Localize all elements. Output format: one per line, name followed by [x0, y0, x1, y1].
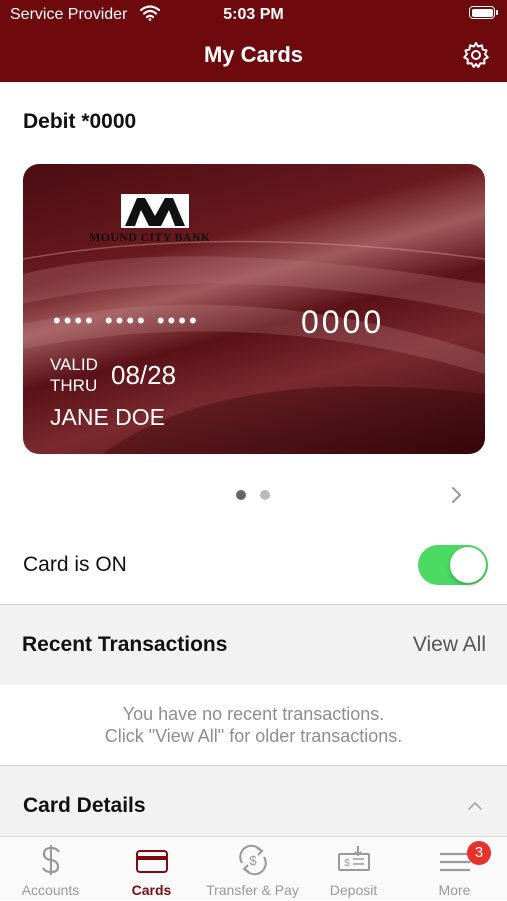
- transfer-icon: $: [239, 844, 267, 876]
- tab-cards[interactable]: Cards: [101, 837, 202, 901]
- bank-logo: [121, 194, 189, 228]
- valid-label: VALID: [50, 355, 98, 374]
- card-last-four: 0000: [301, 304, 385, 340]
- tab-label: Deposit: [329, 882, 378, 898]
- chevron-up-icon[interactable]: [467, 800, 483, 812]
- dollar-icon: [42, 845, 60, 875]
- masked-card-number: •••• •••• ••••: [53, 308, 200, 333]
- tab-more[interactable]: 3 More: [404, 837, 505, 901]
- tab-accounts[interactable]: Accounts: [0, 837, 101, 901]
- card-expiry: 08/28: [111, 360, 177, 390]
- tab-transfer-pay[interactable]: $ Transfer & Pay: [202, 837, 303, 901]
- deposit-icon: $: [338, 846, 370, 871]
- status-bar: Service Provider 5:03 PM: [0, 0, 507, 30]
- cardholder-name: JANE DOE: [50, 404, 166, 430]
- debit-card[interactable]: MOUND CITY BANK •••• •••• •••• 0000 VALI…: [23, 164, 485, 454]
- card-on-toggle[interactable]: [418, 545, 488, 585]
- settings-gear-icon[interactable]: [462, 41, 490, 69]
- card-status-label: Card is ON: [23, 553, 127, 576]
- tab-label: Accounts: [21, 882, 80, 898]
- bank-name: MOUND CITY BANK: [89, 230, 211, 244]
- tab-label: Cards: [131, 882, 172, 898]
- chevron-right-icon[interactable]: [450, 485, 464, 505]
- empty-message-line-2: Click "View All" for older transactions.: [104, 726, 403, 746]
- menu-icon: [440, 852, 470, 872]
- notification-badge: 3: [467, 841, 491, 865]
- card-title: Debit *0000: [23, 110, 137, 133]
- thru-label: THRU: [50, 376, 98, 395]
- toggle-knob: [450, 547, 486, 583]
- card-icon: [136, 850, 168, 873]
- app-header: Service Provider 5:03 PM My Cards: [0, 0, 507, 82]
- pager-dot-active[interactable]: [236, 490, 246, 500]
- card-details-title: Card Details: [23, 794, 146, 817]
- empty-message-line-1: You have no recent transactions.: [122, 704, 385, 724]
- pager-dot[interactable]: [260, 490, 270, 500]
- tab-deposit[interactable]: $ Deposit: [303, 837, 404, 901]
- status-time: 5:03 PM: [223, 6, 284, 23]
- empty-transactions-message: You have no recent transactions. Click "…: [0, 703, 507, 747]
- svg-text:$: $: [344, 858, 350, 869]
- tab-bar: Accounts Cards $ Transfer & Pay $ Deposi…: [0, 836, 507, 900]
- battery-icon: [469, 6, 498, 19]
- tab-label: More: [438, 882, 471, 898]
- valid-thru-label: VALID THRU: [50, 354, 98, 396]
- page-title: My Cards: [203, 42, 304, 67]
- svg-text:$: $: [249, 853, 257, 868]
- recent-transactions-title: Recent Transactions: [22, 633, 228, 656]
- tab-label: Transfer & Pay: [206, 882, 299, 898]
- view-all-link[interactable]: View All: [413, 633, 486, 657]
